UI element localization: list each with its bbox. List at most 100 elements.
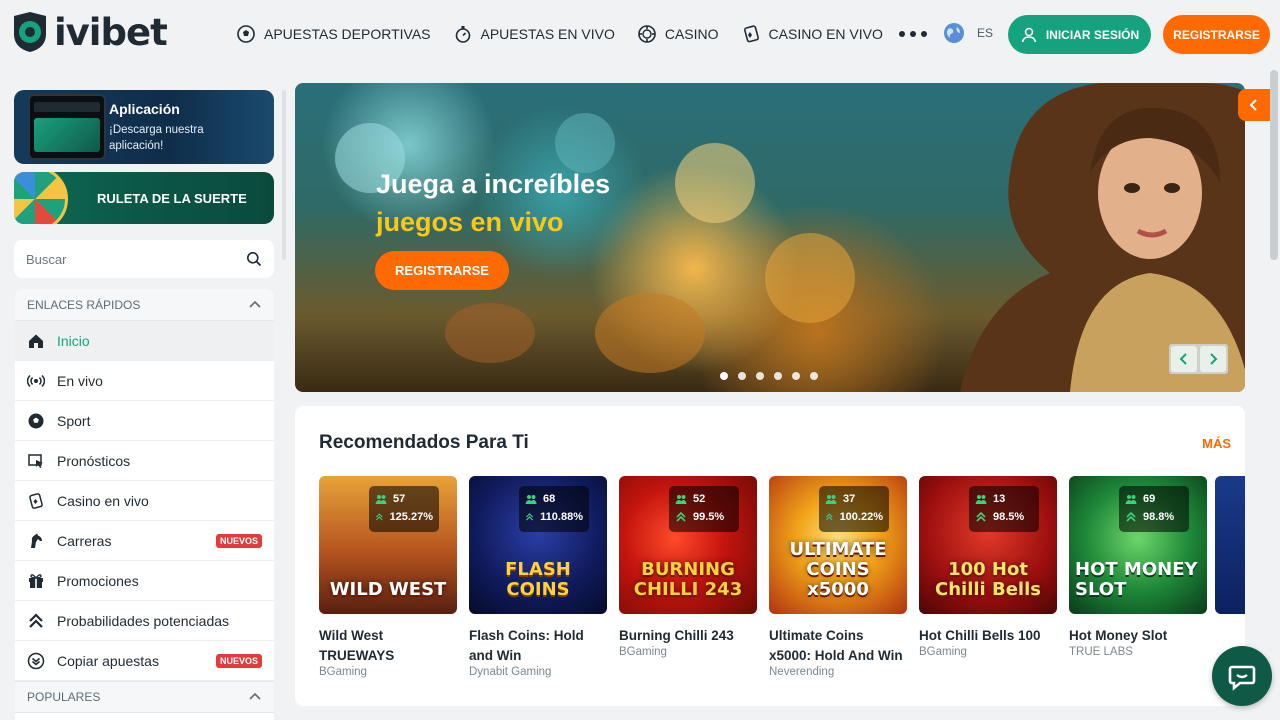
live-casino-icon: [29, 492, 43, 509]
carousel-dot[interactable]: [720, 372, 728, 380]
live-chat-button[interactable]: [1212, 646, 1272, 706]
game-art-title: 100 Hot Chilli Bells: [935, 559, 1041, 600]
search-input[interactable]: [26, 251, 246, 267]
sidebar-scrollbar[interactable]: [282, 90, 286, 260]
players-count: 57: [393, 493, 406, 505]
game-card[interactable]: 37 100.22% ULTIMATE COINS x5000 Ultimate…: [769, 476, 907, 678]
players-icon: [675, 495, 687, 504]
game-card[interactable]: 69 98.8% HOT MONEY SLOT Hot Money Slot T…: [1069, 476, 1207, 678]
players-icon: [975, 495, 987, 504]
carousel-arrows: [1169, 344, 1228, 374]
carousel-next-button[interactable]: [1200, 346, 1226, 372]
main-nav: APUESTAS DEPORTIVAS APUESTAS EN VIVO CAS…: [236, 22, 927, 46]
stopwatch-icon: [455, 26, 470, 43]
section-title: Recomendados Para Ti: [319, 432, 529, 453]
game-card[interactable]: 13 98.5% 100 Hot Chilli Bells Hot Chilli…: [919, 476, 1057, 678]
soccer-ball-icon: [237, 25, 255, 43]
login-button[interactable]: INICIAR SESIÓN: [1008, 15, 1151, 54]
nav-live-betting[interactable]: APUESTAS EN VIVO: [453, 24, 615, 44]
game-card-partial[interactable]: [1215, 476, 1245, 614]
nav-more-button[interactable]: [898, 31, 927, 37]
nav-label: CASINO: [664, 26, 719, 42]
popular-header[interactable]: POPULARES: [15, 681, 274, 713]
game-thumbnail: 37 100.22% ULTIMATE COINS x5000: [769, 476, 907, 614]
rtp-icon: [976, 511, 986, 522]
boost-icon: [29, 612, 43, 628]
carousel-dot[interactable]: [810, 372, 818, 380]
chevron-up-icon: [249, 692, 261, 700]
sidebar-item-home[interactable]: Inicio: [15, 321, 274, 361]
register-button[interactable]: REGISTRARSE: [1163, 15, 1270, 54]
nav-label: CASINO EN VIVO: [768, 26, 883, 42]
rtp-value: 98.8%: [1143, 511, 1175, 523]
game-stats: 57 125.27%: [369, 486, 439, 532]
wheel-banner-title: RULETA DE LA SUERTE: [97, 191, 247, 206]
players-count: 52: [693, 493, 706, 505]
more-dot: [920, 31, 927, 37]
new-badge: NUEVOS: [215, 534, 262, 548]
game-name: Wild West TRUEWAYS: [319, 628, 395, 663]
game-provider: BGaming: [619, 646, 667, 658]
page-scrollbar[interactable]: [1270, 70, 1278, 260]
chevron-up-icon: [249, 300, 261, 308]
carousel-dot[interactable]: [774, 372, 782, 380]
chevron-left-icon: [1249, 99, 1257, 111]
players-icon: [1125, 495, 1137, 504]
logo-shield-icon: [14, 12, 46, 52]
game-card[interactable]: 68 110.88% FLASH COINS Flash Coins: Hold…: [469, 476, 607, 678]
carousel-dots: [720, 372, 818, 380]
bokeh-light: [445, 303, 535, 363]
nav-casino[interactable]: CASINO: [637, 24, 719, 44]
see-more-link[interactable]: MÁS: [1202, 436, 1231, 451]
chip-icon: [638, 25, 656, 43]
sidebar-item-boosted-odds[interactable]: Probabilidades potenciadas: [15, 601, 274, 641]
sidebar-item-promotions[interactable]: Promociones: [15, 561, 274, 601]
hero-register-button[interactable]: REGISTRARSE: [375, 251, 509, 290]
game-provider: BGaming: [319, 666, 367, 678]
bokeh-light: [675, 143, 755, 223]
carousel-dot[interactable]: [792, 372, 800, 380]
live-casino-icon: [743, 25, 759, 43]
game-thumbnail: 68 110.88% FLASH COINS: [469, 476, 607, 614]
quick-links-header[interactable]: ENLACES RÁPIDOS: [15, 289, 274, 321]
home-icon: [29, 334, 43, 348]
carousel-dot[interactable]: [738, 372, 746, 380]
nav-live-casino[interactable]: CASINO EN VIVO: [741, 24, 883, 44]
sidebar-item-sport[interactable]: Sport: [15, 401, 274, 441]
search-icon[interactable]: [246, 251, 262, 267]
hero-banner[interactable]: Juega a increíbles juegos en vivo REGIST…: [295, 83, 1245, 392]
sidebar-item-races[interactable]: Carreras NUEVOS: [15, 521, 274, 561]
nav-sports-betting[interactable]: APUESTAS DEPORTIVAS: [236, 24, 431, 44]
sidebar-item-label: Inicio: [57, 332, 90, 349]
more-dot: [898, 31, 905, 37]
game-stats: 52 99.5%: [669, 486, 739, 532]
players-count: 69: [1143, 493, 1156, 505]
game-card[interactable]: 57 125.27% WILD WEST Wild West TRUEWAYS …: [319, 476, 457, 678]
game-card[interactable]: 52 99.5% BURNING CHILLI 243 Burning Chil…: [619, 476, 757, 678]
language-selector[interactable]: ES: [943, 22, 993, 44]
carousel-prev-button[interactable]: [1171, 346, 1197, 372]
soccer-ball-icon: [28, 413, 44, 428]
players-icon: [525, 495, 537, 504]
sidebar-item-copy-bets[interactable]: Copiar apuestas NUEVOS: [15, 641, 274, 681]
sidebar-item-label: Casino en vivo: [57, 492, 149, 509]
app-download-banner[interactable]: Aplicación ¡Descarga nuestra aplicación!: [14, 90, 274, 164]
players-count: 68: [543, 493, 556, 505]
more-dot: [909, 31, 916, 37]
game-thumbnail: 13 98.5% 100 Hot Chilli Bells: [919, 476, 1057, 614]
ivibet-logo[interactable]: ivibet: [10, 10, 168, 54]
sidebar-item-live[interactable]: En vivo: [15, 361, 274, 401]
side-panel-toggle[interactable]: [1238, 89, 1270, 121]
quick-links-panel: ENLACES RÁPIDOS Inicio En vivo Sport Pro…: [15, 289, 274, 720]
carousel-dot[interactable]: [756, 372, 764, 380]
game-thumbnail: 57 125.27% WILD WEST: [319, 476, 457, 614]
horse-icon: [31, 533, 42, 548]
nav-label: APUESTAS DEPORTIVAS: [264, 26, 431, 42]
game-thumbnail: 52 99.5% BURNING CHILLI 243: [619, 476, 757, 614]
rtp-icon: [676, 511, 686, 522]
lucky-wheel-banner[interactable]: RULETA DE LA SUERTE: [14, 172, 274, 224]
sidebar-item-predictions[interactable]: Pronósticos: [15, 441, 274, 481]
hero-title-line1: Juega a increíbles: [376, 169, 611, 199]
game-art-title: WILD WEST: [329, 579, 447, 600]
sidebar-item-live-casino[interactable]: Casino en vivo: [15, 481, 274, 521]
